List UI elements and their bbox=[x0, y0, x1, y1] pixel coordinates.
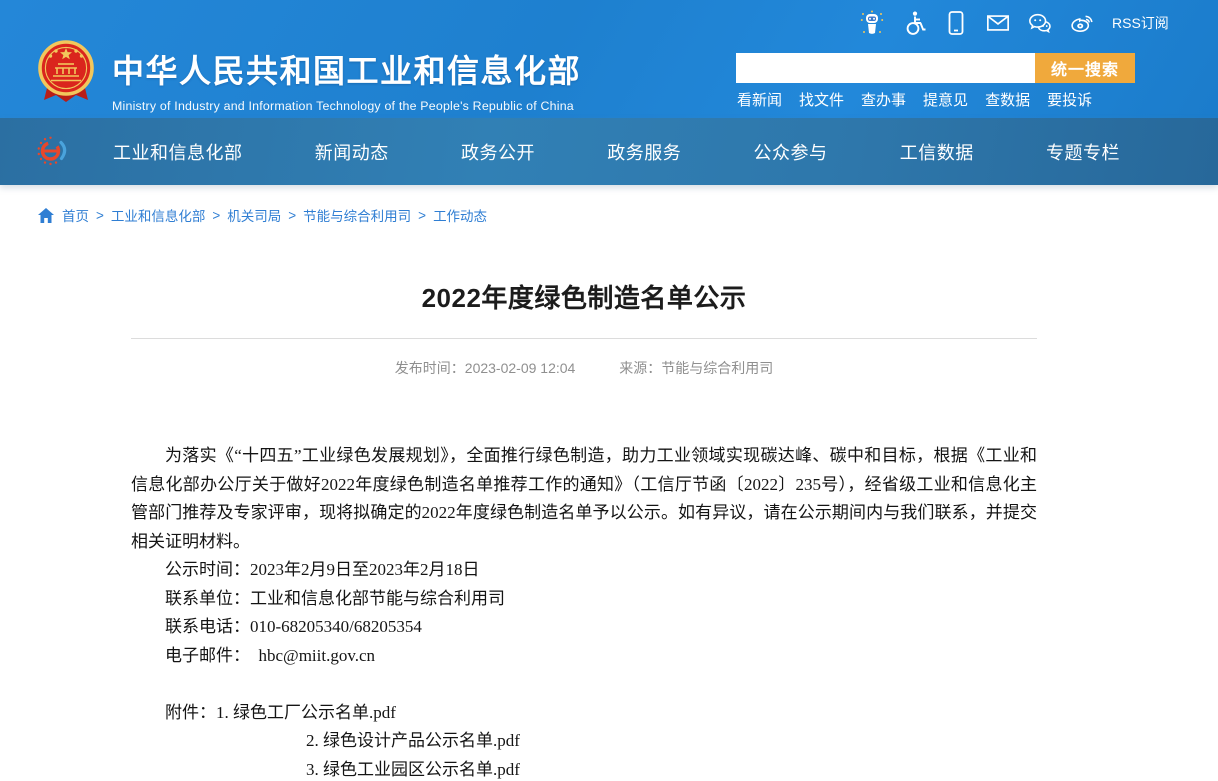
quick-link-data[interactable]: 查数据 bbox=[985, 89, 1030, 110]
quick-link-services[interactable]: 查办事 bbox=[861, 89, 906, 110]
breadcrumb-separator: > bbox=[96, 208, 104, 223]
mobile-icon[interactable] bbox=[944, 10, 968, 36]
attachments-label: 附件： bbox=[165, 703, 216, 722]
article-paragraph: 为落实《“十四五”工业绿色发展规划》，全面推行绿色制造，助力工业领域实现碳达峰、… bbox=[131, 442, 1037, 556]
contact-phone-line: 联系电话：010-68205340/68205354 bbox=[131, 613, 1037, 642]
site-header: 中华人民共和国工业和信息化部 Ministry of Industry and … bbox=[0, 0, 1218, 118]
title-divider bbox=[131, 338, 1037, 339]
quick-link-feedback[interactable]: 提意见 bbox=[923, 89, 968, 110]
source-label: 来源： bbox=[619, 360, 661, 376]
publish-time: 发布时间：2023-02-09 12:04 bbox=[395, 360, 576, 376]
breadcrumb: 首页 > 工业和信息化部 > 机关司局 > 节能与综合利用司 > 工作动态 bbox=[0, 185, 1218, 225]
nav-item-industry-data[interactable]: 工信数据 bbox=[900, 139, 974, 165]
site-title-en: Ministry of Industry and Information Tec… bbox=[112, 99, 581, 113]
wechat-icon[interactable] bbox=[1028, 10, 1052, 36]
nav-item-miit[interactable]: 工业和信息化部 bbox=[113, 139, 243, 165]
header-utility-icons: RSS订阅 bbox=[860, 8, 1169, 38]
national-emblem-logo bbox=[36, 40, 96, 106]
publish-time-value: 2023-02-09 12:04 bbox=[465, 360, 576, 376]
quick-link-documents[interactable]: 找文件 bbox=[799, 89, 844, 110]
breadcrumb-separator: > bbox=[212, 208, 220, 223]
search-button[interactable]: 统一搜索 bbox=[1035, 53, 1135, 83]
nav-item-gov-affairs[interactable]: 政务公开 bbox=[461, 139, 535, 165]
article-body: 为落实《“十四五”工业绿色发展规划》，全面推行绿色制造，助力工业领域实现碳达峰、… bbox=[131, 442, 1037, 781]
header-quick-links: 看新闻 找文件 查办事 提意见 查数据 要投诉 bbox=[737, 89, 1092, 110]
source-value: 节能与综合利用司 bbox=[661, 360, 773, 376]
publicity-period-line: 公示时间：2023年2月9日至2023年2月18日 bbox=[131, 556, 1037, 585]
article: 2022年度绿色制造名单公示 发布时间：2023-02-09 12:04 来源：… bbox=[131, 278, 1037, 781]
search-bar: 统一搜索 bbox=[736, 53, 1135, 83]
breadcrumb-separator: > bbox=[418, 208, 426, 223]
breadcrumb-separator: > bbox=[288, 208, 296, 223]
main-navbar: 工业和信息化部 新闻动态 政务公开 政务服务 公众参与 工信数据 专题专栏 bbox=[0, 118, 1218, 185]
nav-item-public-participation[interactable]: 公众参与 bbox=[754, 139, 828, 165]
breadcrumb-work-updates[interactable]: 工作动态 bbox=[433, 205, 487, 225]
breadcrumb-miit[interactable]: 工业和信息化部 bbox=[111, 205, 206, 225]
site-title-link[interactable]: 中华人民共和国工业和信息化部 Ministry of Industry and … bbox=[112, 46, 581, 113]
nav-item-news[interactable]: 新闻动态 bbox=[315, 139, 389, 165]
search-input[interactable] bbox=[736, 53, 1035, 83]
contact-email-line: 电子邮件： hbc@miit.gov.cn bbox=[131, 642, 1037, 671]
article-source: 来源：节能与综合利用司 bbox=[619, 360, 773, 376]
attachments-line: 附件：1. 绿色工厂公示名单.pdf bbox=[131, 699, 1037, 728]
home-icon[interactable] bbox=[38, 208, 54, 223]
blank-line bbox=[131, 670, 1037, 699]
weibo-icon[interactable] bbox=[1070, 10, 1094, 36]
attachment-link-green-industrial-parks[interactable]: 3. 绿色工业园区公示名单.pdf bbox=[306, 756, 1037, 781]
breadcrumb-home[interactable]: 首页 bbox=[62, 205, 89, 225]
contact-unit-line: 联系单位：工业和信息化部节能与综合利用司 bbox=[131, 585, 1037, 614]
quick-link-news[interactable]: 看新闻 bbox=[737, 89, 782, 110]
article-meta: 发布时间：2023-02-09 12:04 来源：节能与综合利用司 bbox=[131, 358, 1037, 378]
page-content: 首页 > 工业和信息化部 > 机关司局 > 节能与综合利用司 > 工作动态 20… bbox=[0, 185, 1218, 781]
breadcrumb-energy-dept[interactable]: 节能与综合利用司 bbox=[303, 205, 411, 225]
article-title: 2022年度绿色制造名单公示 bbox=[131, 278, 1037, 315]
mascot-icon[interactable] bbox=[860, 10, 884, 36]
publish-time-label: 发布时间： bbox=[395, 360, 465, 376]
attachment-link-green-design-products[interactable]: 2. 绿色设计产品公示名单.pdf bbox=[306, 727, 1037, 756]
attachment-link-green-factory[interactable]: 1. 绿色工厂公示名单.pdf bbox=[216, 703, 396, 722]
nav-menu: 工业和信息化部 新闻动态 政务公开 政务服务 公众参与 工信数据 专题专栏 bbox=[0, 139, 1218, 165]
rss-subscribe-link[interactable]: RSS订阅 bbox=[1112, 13, 1169, 33]
accessibility-icon[interactable] bbox=[902, 10, 926, 36]
nav-item-special-topics[interactable]: 专题专栏 bbox=[1046, 139, 1120, 165]
breadcrumb-departments[interactable]: 机关司局 bbox=[227, 205, 281, 225]
nav-item-gov-services[interactable]: 政务服务 bbox=[607, 139, 681, 165]
mail-icon[interactable] bbox=[986, 10, 1010, 36]
quick-link-complaint[interactable]: 要投诉 bbox=[1047, 89, 1092, 110]
site-title-cn: 中华人民共和国工业和信息化部 bbox=[112, 46, 581, 92]
miit-e-logo-icon bbox=[36, 135, 70, 167]
